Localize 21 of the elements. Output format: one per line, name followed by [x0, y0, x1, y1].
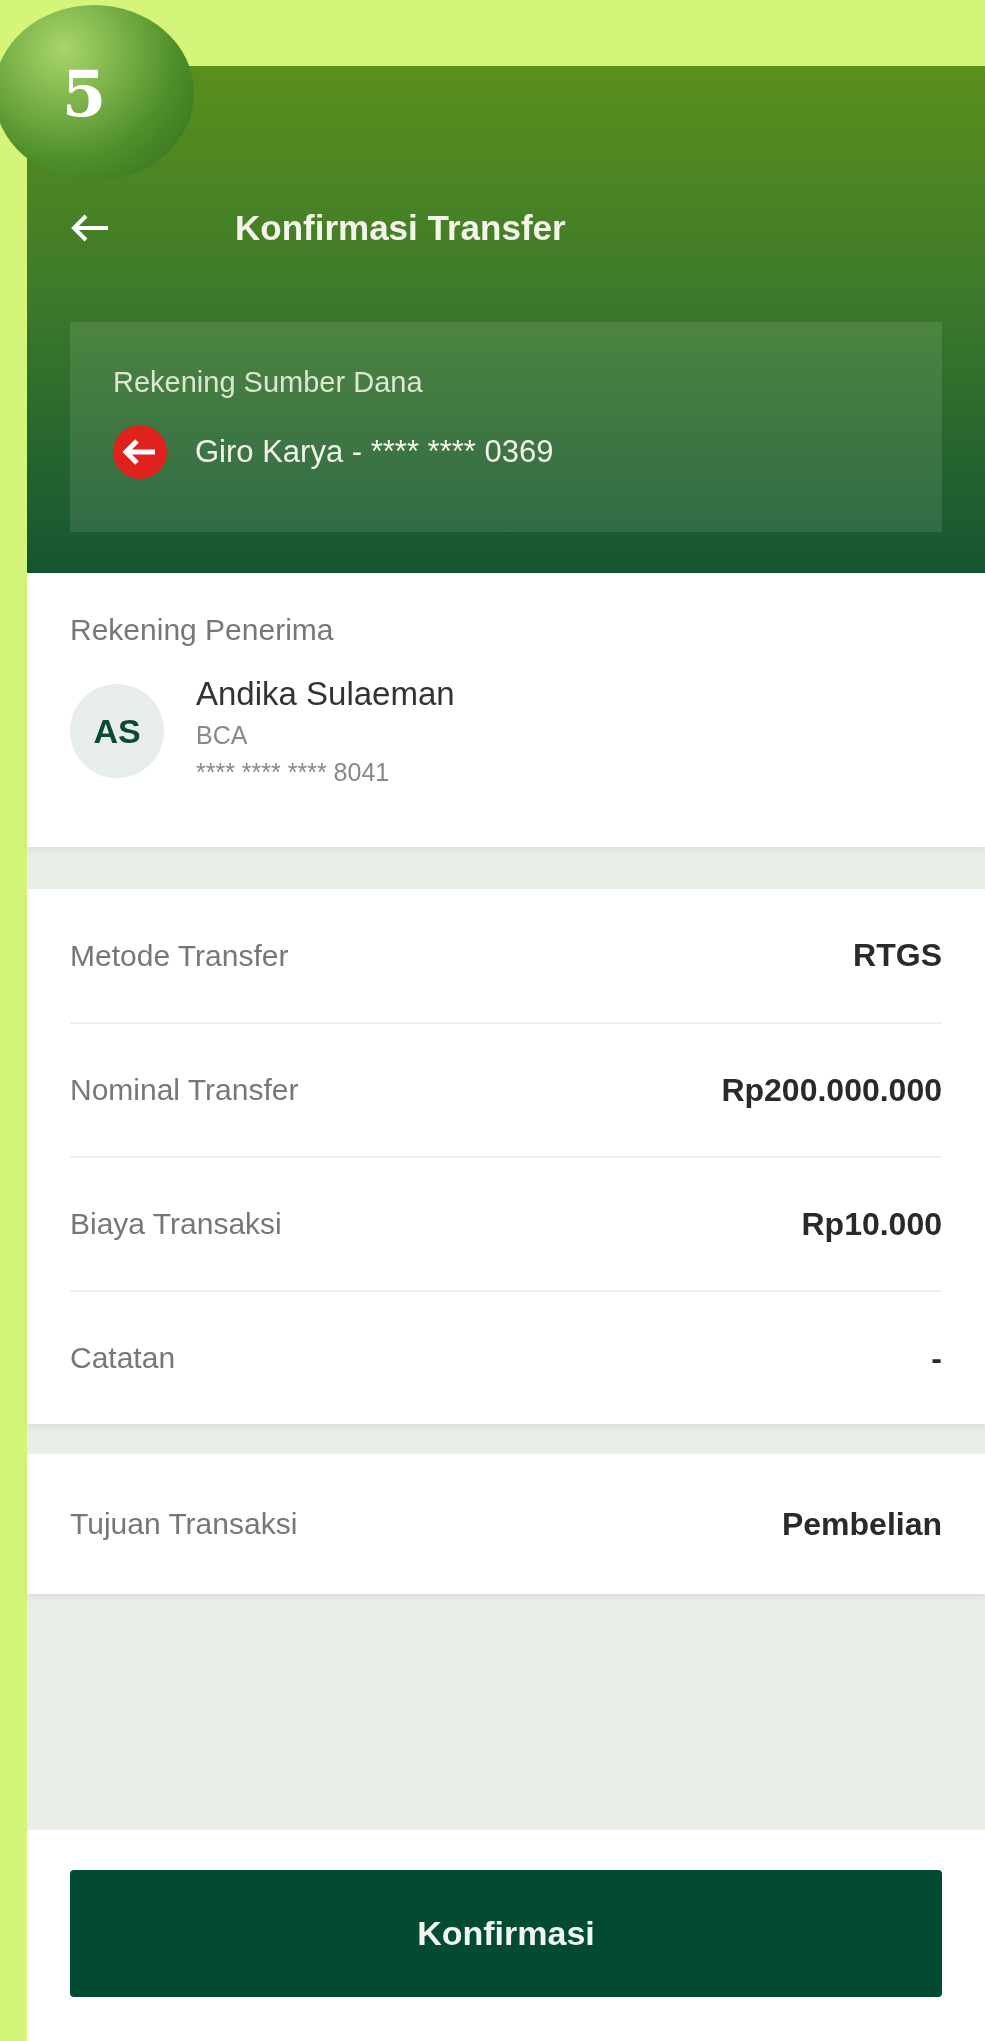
detail-value: Rp10.000 — [801, 1205, 942, 1243]
confirm-button[interactable]: Konfirmasi — [70, 1870, 942, 1997]
recipient-account-number: **** **** **** 8041 — [196, 758, 391, 787]
detail-label: Nominal Transfer — [70, 1073, 299, 1107]
screen-title: Konfirmasi Transfer — [235, 208, 566, 248]
detail-label: Biaya Transaksi — [70, 1207, 282, 1241]
back-arrow-icon[interactable] — [70, 213, 110, 243]
recipient-section-label: Rekening Penerima — [70, 613, 334, 646]
detail-value: RTGS — [853, 937, 942, 974]
initials-avatar: AS — [70, 684, 164, 778]
detail-value: Rp200.000.000 — [721, 1071, 942, 1109]
source-account-number: Giro Karya - **** **** 0369 — [195, 434, 554, 470]
source-account-label: Rekening Sumber Dana — [113, 366, 424, 399]
detail-value: - — [931, 1339, 942, 1377]
detail-label: Tujuan Transaksi — [70, 1507, 298, 1541]
step-number-badge: 5 — [0, 5, 194, 181]
detail-label: Metode Transfer — [70, 938, 289, 973]
recipient-bank: BCA — [196, 721, 249, 750]
detail-value: Pembelian — [781, 1505, 942, 1543]
recipient-name: Andika Sulaeman — [196, 675, 455, 713]
detail-label: Catatan — [70, 1341, 176, 1375]
